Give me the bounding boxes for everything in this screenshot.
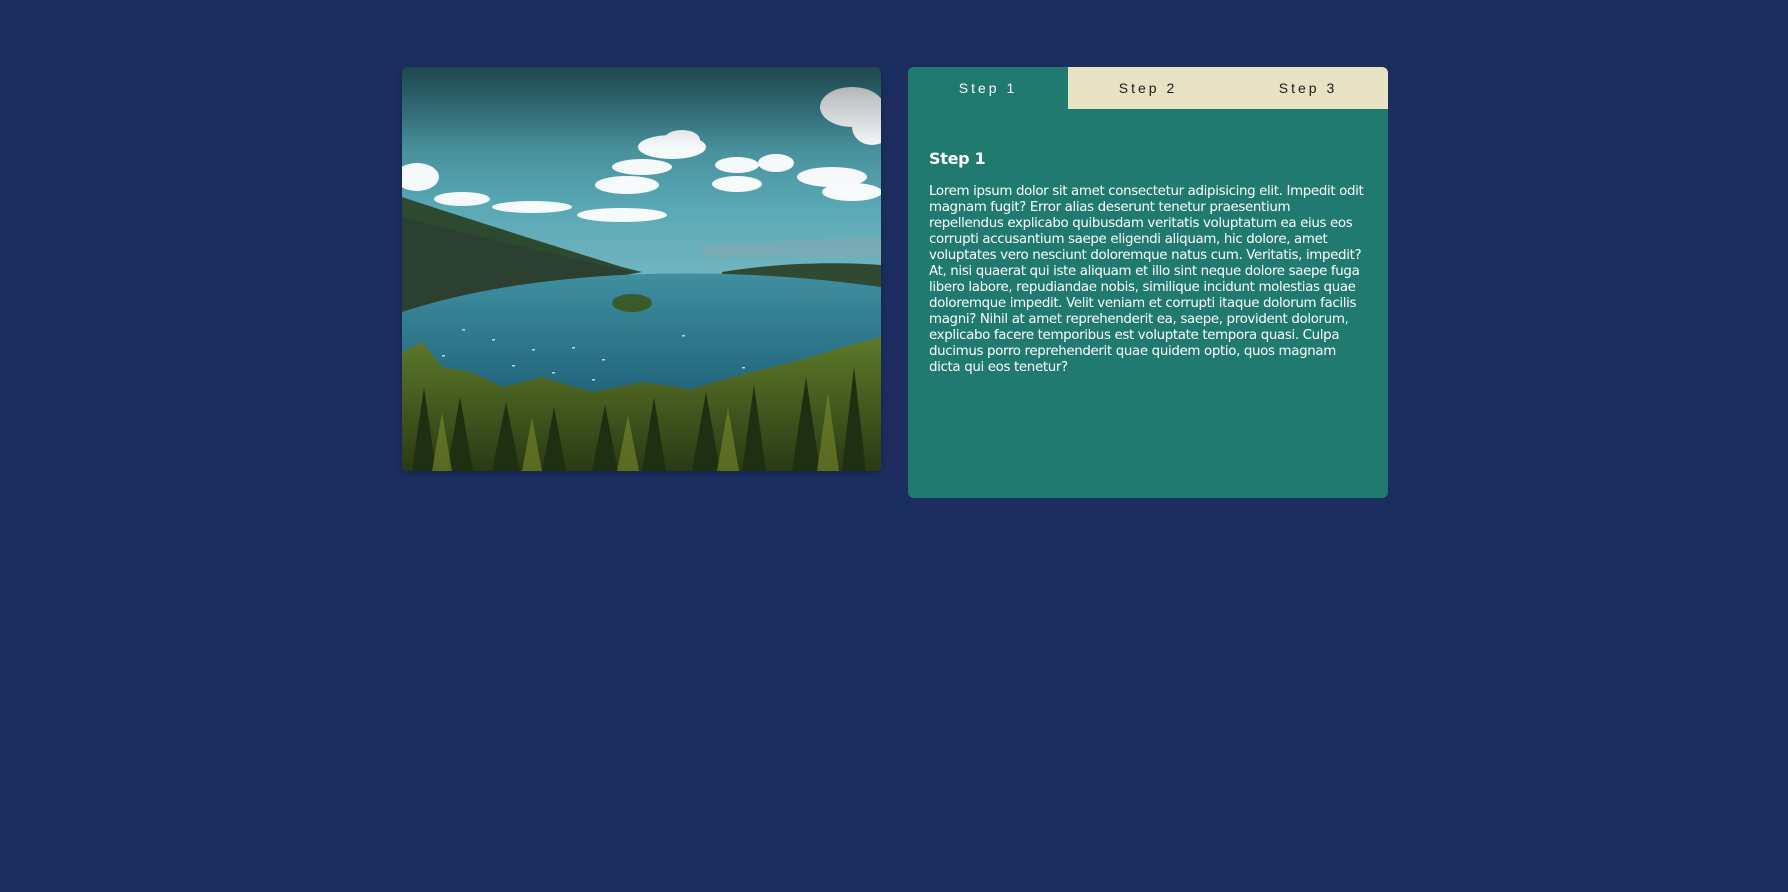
tab-step-3[interactable]: Step 3 xyxy=(1228,67,1388,109)
tab-step-2[interactable]: Step 2 xyxy=(1068,67,1228,109)
content-body: Lorem ipsum dolor sit amet consectetur a… xyxy=(929,184,1364,375)
steps-tab-bar: Step 1 Step 2 Step 3 xyxy=(908,67,1388,109)
steps-panel: Step 1 Step 2 Step 3 Step 1 Lorem ipsum … xyxy=(908,67,1388,498)
tab-content: Step 1 Lorem ipsum dolor sit amet consec… xyxy=(908,109,1388,376)
tab-step-1[interactable]: Step 1 xyxy=(908,67,1068,109)
content-heading: Step 1 xyxy=(929,149,986,168)
lake-landscape-photo xyxy=(402,67,881,471)
page-container: Step 1 Step 2 Step 3 Step 1 Lorem ipsum … xyxy=(402,67,1388,498)
